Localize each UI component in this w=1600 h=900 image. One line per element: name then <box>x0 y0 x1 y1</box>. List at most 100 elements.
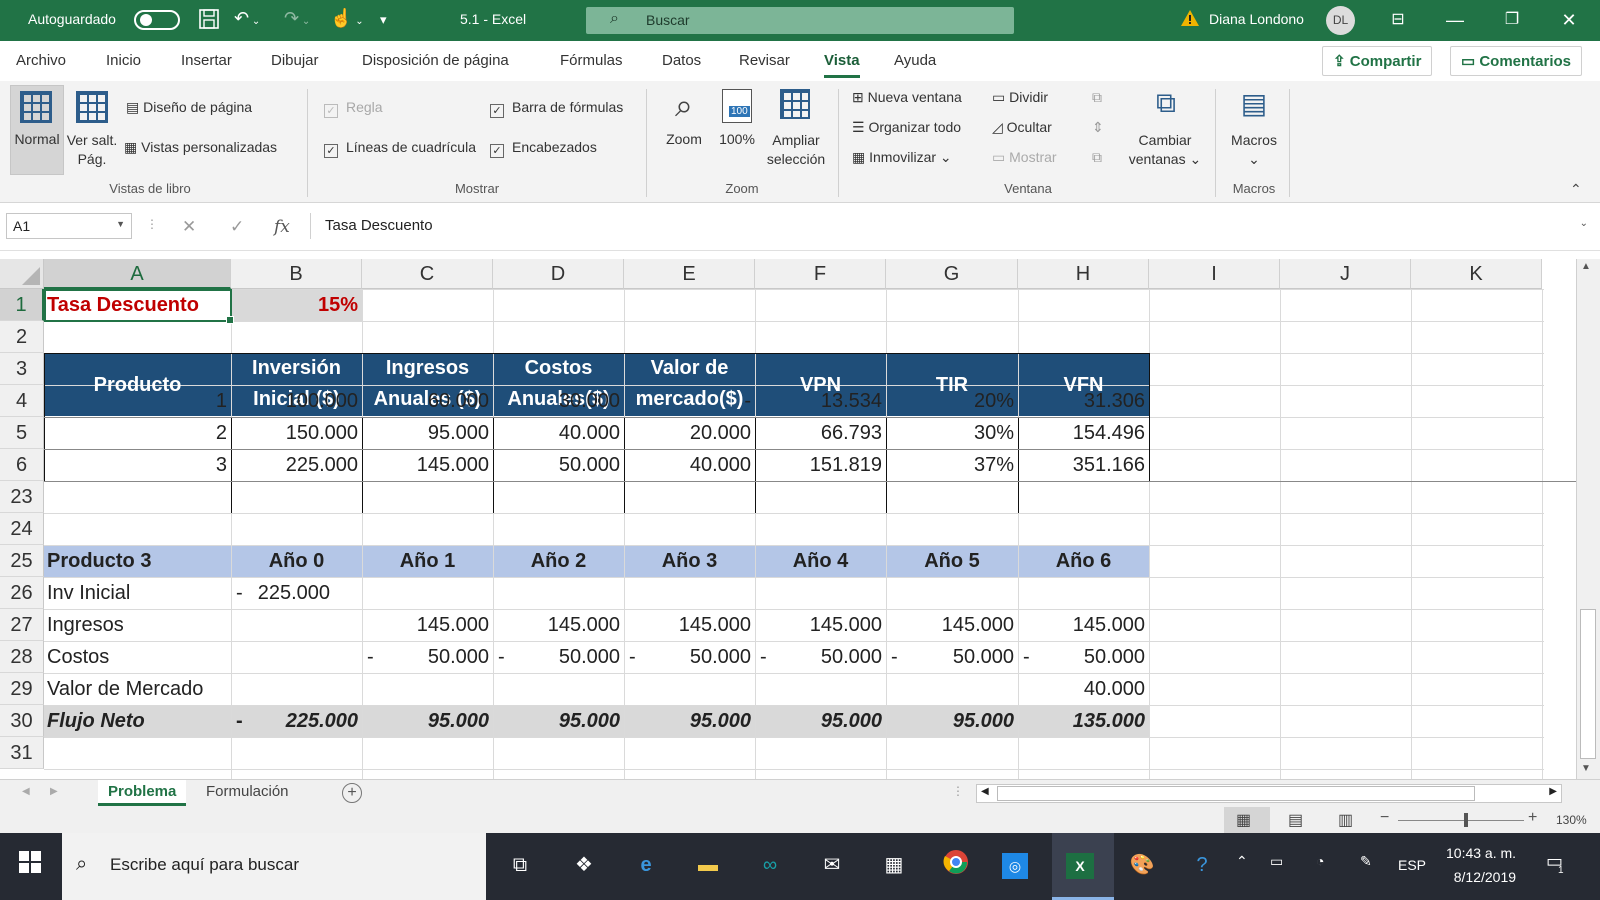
arduino-icon[interactable]: ∞ <box>754 849 786 881</box>
zoom-level[interactable]: 130% <box>1556 813 1587 827</box>
ingresos-year-6[interactable]: 145.000 <box>1018 609 1149 641</box>
row-header-6[interactable]: 6 <box>0 449 44 481</box>
column-header-e[interactable]: E <box>624 259 755 289</box>
product-1-inv[interactable]: 100.000 <box>231 385 362 417</box>
split-button[interactable]: ▭ Dividir <box>992 89 1048 106</box>
tab-datos[interactable]: Datos <box>662 52 701 69</box>
label-ingresos[interactable]: Ingresos <box>44 609 231 641</box>
ingresos-year-4[interactable]: 145.000 <box>755 609 886 641</box>
row-header-29[interactable]: 29 <box>0 673 44 705</box>
product-1-vpn[interactable]: 13.534 <box>755 385 886 417</box>
task-view-icon[interactable]: ⧉ <box>504 849 536 881</box>
column-header-j[interactable]: J <box>1280 259 1411 289</box>
tab-ayuda[interactable]: Ayuda <box>894 52 936 69</box>
close-icon[interactable]: ✕ <box>1554 6 1584 34</box>
zoom-slider[interactable] <box>1398 820 1524 821</box>
product-2-tir[interactable]: 30% <box>886 417 1018 449</box>
row-header-27[interactable]: 27 <box>0 609 44 641</box>
row-header-31[interactable]: 31 <box>0 737 44 769</box>
tab-inicio[interactable]: Inicio <box>106 52 141 69</box>
search-box[interactable]: ⌕ Buscar <box>586 7 1014 34</box>
scroll-up-icon[interactable]: ▲ <box>1581 261 1591 272</box>
column-header-f[interactable]: F <box>755 259 886 289</box>
avatar[interactable]: DL <box>1326 6 1355 35</box>
ingresos-year-3[interactable]: 145.000 <box>624 609 755 641</box>
sheet-tab-problema[interactable]: Problema <box>98 780 187 806</box>
ribbon-display-icon[interactable]: ⊟ <box>1383 6 1413 34</box>
custom-views-button[interactable]: ▦ Vistas personalizadas <box>124 139 277 156</box>
product-2-ing[interactable]: 95.000 <box>362 417 493 449</box>
flujo-neto-year-1[interactable]: 95.000 <box>362 705 493 737</box>
label-flujo-neto[interactable]: Flujo Neto <box>44 705 231 737</box>
column-header-b[interactable]: B <box>231 259 362 289</box>
wifi-icon[interactable]: ◔ <box>1316 853 1324 869</box>
column-header-g[interactable]: G <box>886 259 1018 289</box>
product-1-vfn[interactable]: 31.306 <box>1018 385 1149 417</box>
tab-disposicion[interactable]: Disposición de página <box>362 52 509 69</box>
scroll-left-icon[interactable]: ◀ <box>981 786 989 797</box>
ruler-checkbox[interactable]: ✓ Regla <box>324 99 383 118</box>
product-3-inv[interactable]: 225.000 <box>231 449 362 481</box>
column-header-a[interactable]: A <box>44 259 231 289</box>
product-3-tir[interactable]: 37% <box>886 449 1018 481</box>
page-break-view-icon[interactable]: ▥ <box>1338 810 1353 830</box>
valor-mercado-year-6[interactable]: 40.000 <box>1018 673 1149 705</box>
label-valor-mercado[interactable]: Valor de Mercado <box>44 673 231 705</box>
arrange-all-button[interactable]: ☰ Organizar todo <box>852 119 961 136</box>
next-sheet-icon[interactable]: ▶ <box>50 786 58 797</box>
add-sheet-icon[interactable]: + <box>342 783 362 803</box>
unhide-button[interactable]: ▭ Mostrar <box>992 149 1057 166</box>
row-header-2[interactable]: 2 <box>0 321 44 353</box>
cashflow-title[interactable]: Producto 3 <box>44 545 231 577</box>
year-header-5[interactable]: Año 5 <box>886 545 1018 577</box>
year-header-2[interactable]: Año 2 <box>493 545 624 577</box>
year-header-1[interactable]: Año 1 <box>362 545 493 577</box>
product-2-id[interactable]: 2 <box>44 417 231 449</box>
insert-function-icon[interactable]: fx <box>274 217 290 237</box>
product-3-id[interactable]: 3 <box>44 449 231 481</box>
flujo-neto-year-6[interactable]: 135.000 <box>1018 705 1149 737</box>
product-3-val[interactable]: 40.000 <box>624 449 755 481</box>
freeze-panes-button[interactable]: ▦ Inmovilizar ⌄ <box>852 149 952 166</box>
enter-icon[interactable]: ✓ <box>230 217 244 237</box>
horizontal-scrollbar[interactable]: ◀ ▶ <box>976 784 1562 803</box>
file-explorer-icon[interactable]: ▬ <box>692 849 724 881</box>
save-icon[interactable] <box>198 8 220 35</box>
gridlines-checkbox[interactable]: ✓ Líneas de cuadrícula <box>324 139 476 158</box>
product-3-ing[interactable]: 145.000 <box>362 449 493 481</box>
view-side-by-side-icon[interactable]: ⧉ <box>1092 89 1102 106</box>
year-header-6[interactable]: Año 6 <box>1018 545 1149 577</box>
tab-revisar[interactable]: Revisar <box>739 52 790 69</box>
macros-button[interactable]: Macros ⌄ <box>1226 131 1282 169</box>
zoom-out-icon[interactable]: − <box>1380 809 1389 827</box>
row-header-30[interactable]: 30 <box>0 705 44 737</box>
product-1-val[interactable]: - <box>624 385 755 417</box>
scroll-thumb[interactable] <box>1580 609 1596 759</box>
row-header-4[interactable]: 4 <box>0 385 44 417</box>
product-1-cost[interactable]: 30.000 <box>493 385 624 417</box>
chrome-icon[interactable] <box>940 849 972 881</box>
column-header-c[interactable]: C <box>362 259 493 289</box>
select-all-button[interactable] <box>0 259 44 289</box>
year-header-0[interactable]: Año 0 <box>231 545 362 577</box>
switch-windows-button[interactable]: Cambiar ventanas ⌄ <box>1122 131 1208 169</box>
product-2-vpn[interactable]: 66.793 <box>755 417 886 449</box>
help-icon[interactable]: ? <box>1186 849 1218 881</box>
product-1-tir[interactable]: 20% <box>886 385 1018 417</box>
scroll-down-icon[interactable]: ▼ <box>1581 763 1591 774</box>
tab-insertar[interactable]: Insertar <box>181 52 232 69</box>
tab-dibujar[interactable]: Dibujar <box>271 52 319 69</box>
product-3-vpn[interactable]: 151.819 <box>755 449 886 481</box>
pen-icon[interactable]: ✎ <box>1360 853 1372 870</box>
page-layout-button[interactable]: ▤ Diseño de página <box>126 99 252 116</box>
column-header-k[interactable]: K <box>1411 259 1542 289</box>
minimize-icon[interactable]: — <box>1440 6 1470 34</box>
app-icon[interactable]: ◎ <box>1002 853 1028 879</box>
zoom-selection-button[interactable]: Ampliar selección <box>762 131 830 169</box>
product-2-val[interactable]: 20.000 <box>624 417 755 449</box>
hide-button[interactable]: ◿ Ocultar <box>992 119 1052 136</box>
year-header-4[interactable]: Año 4 <box>755 545 886 577</box>
row-header-3[interactable]: 3 <box>0 353 44 385</box>
tab-archivo[interactable]: Archivo <box>16 52 66 69</box>
ingresos-year-2[interactable]: 145.000 <box>493 609 624 641</box>
